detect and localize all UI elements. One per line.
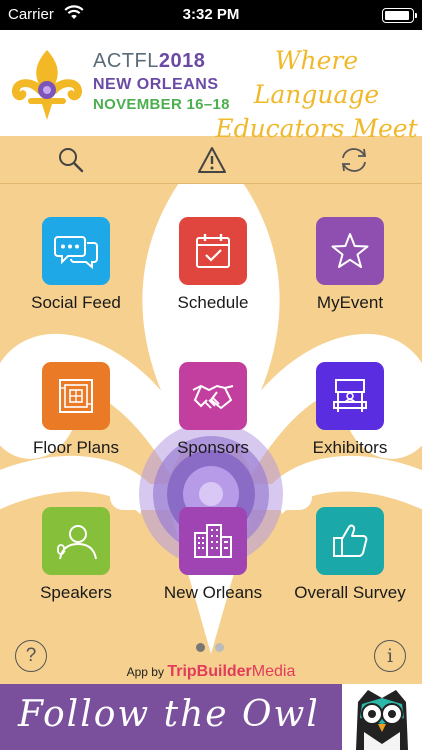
refresh-icon [341,148,367,172]
conference-city: NEW ORLEANS [93,76,219,93]
tile-icon-box [42,217,110,285]
tile-myevent[interactable]: MyEvent [280,217,420,337]
tile-speakers[interactable]: Speakers [6,507,146,627]
tile-icon-box [42,362,110,430]
conference-year: 2018 [158,50,206,72]
page-indicator[interactable] [196,643,224,653]
tile-schedule[interactable]: Schedule [143,217,283,337]
tile-exhibitors[interactable]: Exhibitors [280,362,420,482]
tile-label: Schedule [177,293,249,312]
search-icon [59,148,84,173]
promo-banner[interactable]: Follow the Owl [0,684,422,750]
speaker-icon [57,525,97,560]
promo-arrow [316,684,342,750]
credit-prefix: App by [126,665,164,679]
tile-new-orleans[interactable]: New Orleans [143,507,283,627]
tile-icon-box [179,217,247,285]
tile-icon-box [179,362,247,430]
credit-brand-name: TripBuilder [167,663,252,680]
tile-icon-box [42,507,110,575]
page-dot[interactable] [215,643,224,652]
tagline: Where Language Educators Meet [215,46,418,143]
conference-name: ACTFL2018 [93,50,205,73]
conference-acronym: ACTFL [93,50,159,72]
toolbar [0,136,422,184]
chat-bubbles-icon [54,236,98,270]
thumbs-up-icon [333,524,368,557]
handshake-icon [192,384,234,410]
booth-icon [333,379,367,412]
star-icon [331,233,369,268]
tile-label: MyEvent [316,293,384,312]
app-screen: Carrier 3:32 PM ACTFL2018 NEW ORLEANS NO… [0,0,422,750]
conference-banner: ACTFL2018 NEW ORLEANS NOVEMBER 16–18 Whe… [0,30,422,143]
floor-plan-icon [59,379,93,413]
conference-dates: NOVEMBER 16–18 [93,96,230,113]
status-bar: Carrier 3:32 PM [0,0,422,30]
page-dot-active[interactable] [196,643,205,652]
tile-icon-box [316,217,384,285]
warning-icon [198,147,226,173]
buildings-icon [194,524,232,558]
tile-label: Overall Survey [294,583,406,602]
tile-label: Sponsors [177,438,249,457]
app-credit: App by TripBuilderMedia [0,663,422,681]
tile-icon-box [316,362,384,430]
promo-text: Follow the Owl [18,694,320,735]
tile-icon-box [316,507,384,575]
tile-overall-survey[interactable]: Overall Survey [280,507,420,627]
owl-icon [342,684,422,750]
tile-sponsors[interactable]: Sponsors [143,362,283,482]
clock: 3:32 PM [182,6,240,23]
tile-icon-box [179,507,247,575]
battery-icon [382,8,417,23]
tile-label: Exhibitors [312,438,388,457]
tile-label: New Orleans [163,583,263,602]
calendar-icon [196,234,230,268]
fleur-de-lis-logo [4,46,90,127]
credit-brand-suffix: Media [251,663,296,680]
tile-floor-plans[interactable]: Floor Plans [6,362,146,482]
alerts-button[interactable] [196,144,228,176]
search-button[interactable] [55,144,87,176]
tile-social-feed[interactable]: Social Feed [6,217,146,337]
refresh-button[interactable] [338,144,370,176]
